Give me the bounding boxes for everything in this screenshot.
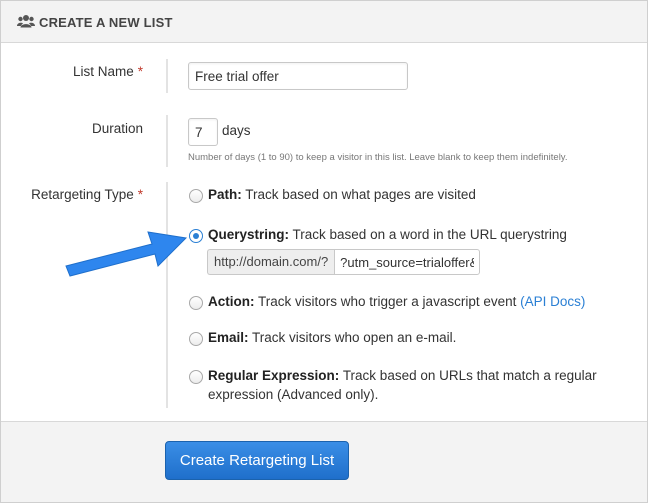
panel-header: CREATE A NEW LIST — [1, 1, 647, 43]
pointer-arrow-icon — [65, 231, 188, 277]
radio-querystring[interactable] — [189, 229, 203, 243]
querystring-input[interactable] — [334, 249, 481, 275]
option-regular-expression: Regular Expression: Track based on URLs … — [208, 368, 597, 402]
api-docs-link[interactable]: (API Docs) — [520, 294, 585, 309]
list-name-label: List Name * — [72, 64, 143, 79]
form-footer: Create Retargeting List — [1, 421, 647, 502]
duration-help-text: Number of days (1 to 90) to keep a visit… — [188, 152, 568, 163]
panel-title: CREATE A NEW LIST — [39, 15, 173, 30]
field-divider — [166, 182, 168, 408]
radio-regular-expression[interactable] — [189, 370, 203, 384]
radio-email[interactable] — [189, 332, 203, 346]
field-divider — [166, 115, 168, 167]
list-name-input[interactable] — [188, 62, 408, 90]
option-action: Action: Track visitors who trigger a jav… — [208, 294, 586, 309]
required-mark: * — [137, 64, 143, 79]
duration-unit: days — [222, 123, 251, 138]
required-mark: * — [137, 187, 143, 202]
field-divider — [166, 59, 168, 93]
radio-action[interactable] — [189, 296, 203, 310]
option-email: Email: Track visitors who open an e-mail… — [208, 330, 457, 345]
duration-input[interactable] — [188, 118, 218, 146]
option-querystring: Querystring: Track based on a word in th… — [208, 227, 567, 242]
create-retargeting-list-button[interactable]: Create Retargeting List — [165, 441, 349, 480]
option-path: Path: Track based on what pages are visi… — [208, 187, 476, 202]
radio-path[interactable] — [189, 189, 203, 203]
querystring-group: http://domain.com/? — [207, 249, 481, 275]
users-icon — [17, 15, 35, 28]
retargeting-type-label: Retargeting Type * — [31, 187, 143, 202]
duration-label: Duration — [91, 121, 143, 136]
querystring-prefix: http://domain.com/? — [207, 249, 335, 275]
